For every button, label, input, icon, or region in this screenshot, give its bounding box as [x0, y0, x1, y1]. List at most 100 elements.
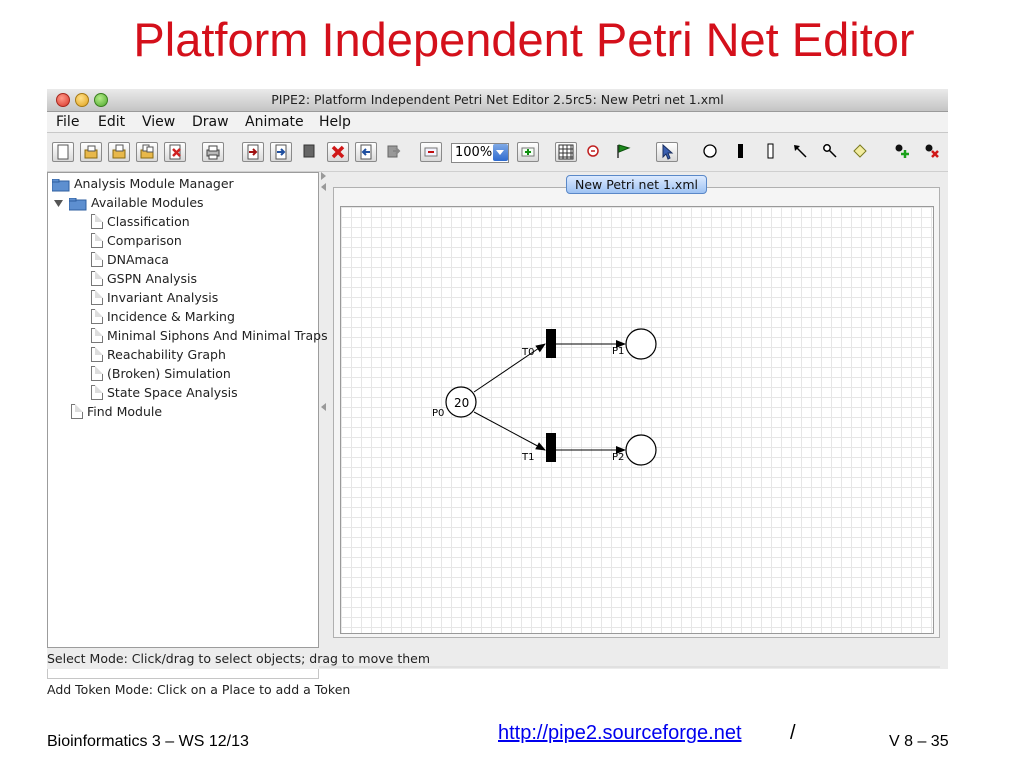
- tree-folder-available[interactable]: Available Modules: [54, 193, 204, 211]
- petri-net-canvas[interactable]: 20 P0 P1 P2 T0 T1: [340, 206, 934, 634]
- document-icon: [91, 251, 103, 267]
- transition-t0: [546, 329, 556, 358]
- footer-course: Bioinformatics 3 – WS 12/13: [47, 733, 249, 750]
- redo-icon[interactable]: [383, 142, 405, 162]
- module-label: (Broken) Simulation: [107, 365, 231, 381]
- footer-link[interactable]: http://pipe2.sourceforge.net: [498, 722, 742, 745]
- find-module-label: Find Module: [87, 403, 163, 419]
- folder-icon: [51, 177, 70, 191]
- document-icon: [91, 289, 103, 305]
- immediate-transition-icon[interactable]: [760, 142, 782, 162]
- animate-stop-icon[interactable]: [583, 142, 605, 162]
- place-p2: [625, 434, 657, 466]
- place-p1-label: P1: [612, 346, 624, 357]
- panel-splitter[interactable]: [319, 172, 329, 648]
- menu-file[interactable]: File: [56, 114, 79, 130]
- module-item[interactable]: Classification: [91, 212, 190, 230]
- menu-view[interactable]: View: [142, 114, 175, 130]
- print-icon[interactable]: [202, 142, 224, 162]
- export-2-icon[interactable]: [270, 142, 292, 162]
- module-label: State Space Analysis: [107, 384, 238, 400]
- transition-t0-label: T0: [521, 347, 534, 358]
- menu-help[interactable]: Help: [319, 114, 351, 130]
- menubar: File Edit View Draw Animate Help: [47, 112, 948, 133]
- add-token-icon[interactable]: [892, 142, 914, 162]
- document-icon: [91, 308, 103, 324]
- annotation-icon[interactable]: [850, 142, 872, 162]
- zoom-dropdown-button[interactable]: [493, 144, 508, 161]
- save-icon[interactable]: [108, 142, 130, 162]
- module-item[interactable]: Incidence & Marking: [91, 307, 235, 325]
- window-titlebar: PIPE2: Platform Independent Petri Net Ed…: [47, 89, 948, 112]
- flag-icon[interactable]: [613, 142, 635, 162]
- window-title: PIPE2: Platform Independent Petri Net Ed…: [271, 92, 724, 107]
- module-label: Comparison: [107, 232, 182, 248]
- undo-icon[interactable]: [355, 142, 377, 162]
- module-tree-panel: Analysis Module Manager Available Module…: [47, 172, 328, 648]
- zoom-out-icon[interactable]: [420, 142, 442, 162]
- place-p1: [625, 328, 657, 360]
- select-pointer-icon[interactable]: [656, 142, 678, 162]
- editor-frame: 20 P0 P1 P2 T0 T1: [333, 187, 940, 638]
- module-label: Minimal Siphons And Minimal Traps: [107, 327, 328, 343]
- transition-t1: [546, 433, 556, 462]
- arc-icon[interactable]: [790, 142, 812, 162]
- menu-edit[interactable]: Edit: [98, 114, 125, 130]
- new-file-icon[interactable]: [52, 142, 74, 162]
- status-token-mode: Add Token Mode: Click on a Place to add …: [47, 682, 351, 697]
- status-divider: [319, 666, 940, 668]
- open-folder-icon[interactable]: [80, 142, 102, 162]
- module-item[interactable]: Minimal Siphons And Minimal Traps: [91, 326, 328, 344]
- tree-folder-label: Available Modules: [91, 194, 204, 210]
- import-icon[interactable]: [299, 142, 321, 162]
- document-icon: [91, 213, 103, 229]
- module-item[interactable]: GSPN Analysis: [91, 269, 197, 287]
- document-icon: [91, 365, 103, 381]
- module-item[interactable]: Invariant Analysis: [91, 288, 218, 306]
- pipe2-window: PIPE2: Platform Independent Petri Net Ed…: [47, 89, 948, 669]
- expand-triangle-icon[interactable]: [54, 193, 63, 212]
- zoom-value: 100%: [455, 145, 493, 160]
- module-item[interactable]: Comparison: [91, 231, 182, 249]
- footer-slash: /: [790, 722, 796, 744]
- place-p2-label: P2: [612, 452, 624, 463]
- export-icon[interactable]: [242, 142, 264, 162]
- zoom-in-icon[interactable]: [517, 142, 539, 162]
- module-item[interactable]: (Broken) Simulation: [91, 364, 231, 382]
- inhibitor-arc-icon[interactable]: [820, 142, 842, 162]
- status-select-mode: Select Mode: Click/drag to select object…: [47, 651, 431, 666]
- menu-draw[interactable]: Draw: [192, 114, 229, 130]
- menu-animate[interactable]: Animate: [245, 114, 304, 130]
- delete-icon[interactable]: [327, 142, 349, 162]
- toolbar: 100%: [47, 133, 948, 172]
- save-as-icon[interactable]: [136, 142, 158, 162]
- place-icon[interactable]: [700, 142, 722, 162]
- document-icon: [91, 270, 103, 286]
- status-box: [47, 669, 319, 679]
- module-label: Classification: [107, 213, 190, 229]
- tree-root[interactable]: Analysis Module Manager: [51, 174, 234, 192]
- close-file-icon[interactable]: [164, 142, 186, 162]
- folder-icon: [68, 196, 87, 210]
- document-icon: [91, 384, 103, 400]
- timed-transition-icon[interactable]: [730, 142, 752, 162]
- document-icon: [91, 232, 103, 248]
- transition-t1-label: T1: [521, 452, 534, 463]
- module-label: Reachability Graph: [107, 346, 226, 362]
- document-icon: [91, 346, 103, 362]
- module-label: Incidence & Marking: [107, 308, 235, 324]
- place-p0-tokens: 20: [454, 396, 469, 410]
- document-icon: [71, 403, 83, 419]
- place-p0-label: P0: [432, 408, 444, 419]
- arc-p0-t1: [473, 411, 546, 451]
- delete-token-icon[interactable]: [922, 142, 944, 162]
- module-item[interactable]: State Space Analysis: [91, 383, 238, 401]
- document-icon: [91, 327, 103, 343]
- module-item[interactable]: DNAmaca: [91, 250, 169, 268]
- tab-new-petri-net[interactable]: New Petri net 1.xml: [566, 175, 707, 194]
- module-item[interactable]: Reachability Graph: [91, 345, 226, 363]
- footer-page-number: V 8 – 35: [889, 733, 949, 750]
- find-module-item[interactable]: Find Module: [71, 402, 162, 420]
- grid-icon[interactable]: [555, 142, 577, 162]
- module-label: Invariant Analysis: [107, 289, 219, 305]
